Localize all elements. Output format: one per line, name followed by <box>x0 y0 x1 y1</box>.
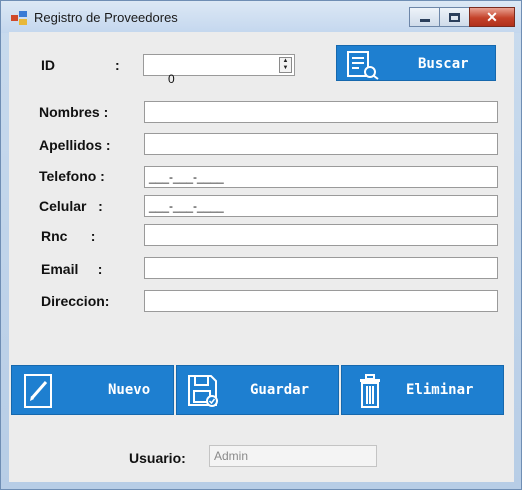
id-colon: : <box>115 57 120 73</box>
apellidos-input[interactable] <box>144 133 498 155</box>
celular-label: Celular : <box>39 198 103 214</box>
nombres-input[interactable] <box>144 101 498 123</box>
form-client-area: ID : 0 ▲ ▼ Buscar Nombres : Apellidos : <box>9 32 514 482</box>
spin-up-icon[interactable]: ▲ <box>283 58 289 65</box>
minimize-icon <box>419 18 430 22</box>
title-bar[interactable]: Registro de Proveedores ✕ <box>1 1 521 33</box>
id-spin-arrows[interactable]: ▲ ▼ <box>279 57 292 73</box>
email-label: Email : <box>41 261 103 277</box>
direccion-label: Direccion: <box>41 293 110 309</box>
telefono-label: Telefono : <box>39 168 105 184</box>
rnc-input[interactable] <box>144 224 498 246</box>
eliminar-button[interactable]: Eliminar <box>341 365 504 415</box>
maximize-button[interactable] <box>439 7 470 27</box>
guardar-button[interactable]: Guardar <box>176 365 339 415</box>
caption-buttons: ✕ <box>409 7 515 27</box>
buscar-label: Buscar <box>418 56 469 72</box>
nuevo-label: Nuevo <box>108 382 151 398</box>
minimize-button[interactable] <box>409 7 440 27</box>
window: Registro de Proveedores ✕ ID : 0 ▲ ▼ Bus… <box>0 0 522 490</box>
trash-icon <box>360 374 380 408</box>
spin-down-icon[interactable]: ▼ <box>283 65 289 72</box>
search-document-icon <box>347 51 379 80</box>
nombres-label: Nombres : <box>39 104 109 120</box>
celular-input[interactable]: ___-___-____ <box>144 195 498 217</box>
usuario-label: Usuario: <box>129 450 186 466</box>
direccion-input[interactable] <box>144 290 498 312</box>
guardar-label: Guardar <box>250 382 310 398</box>
close-icon: ✕ <box>486 9 498 25</box>
edit-document-icon <box>24 374 52 408</box>
save-disk-icon <box>188 375 218 407</box>
apellidos-label: Apellidos : <box>39 137 111 153</box>
nuevo-button[interactable]: Nuevo <box>11 365 174 415</box>
window-title: Registro de Proveedores <box>34 10 178 25</box>
maximize-icon <box>449 12 460 22</box>
rnc-label: Rnc : <box>41 228 96 244</box>
eliminar-label: Eliminar <box>406 382 474 398</box>
id-label: ID <box>41 57 55 73</box>
buscar-button[interactable]: Buscar <box>336 45 496 81</box>
telefono-input[interactable]: ___-___-____ <box>144 166 498 188</box>
app-form-icon <box>11 11 27 25</box>
usuario-field: Admin <box>209 445 377 467</box>
id-value: 0 <box>168 72 175 86</box>
email-input[interactable] <box>144 257 498 279</box>
id-spinner[interactable]: 0 ▲ ▼ <box>143 54 295 86</box>
close-button[interactable]: ✕ <box>469 7 515 27</box>
